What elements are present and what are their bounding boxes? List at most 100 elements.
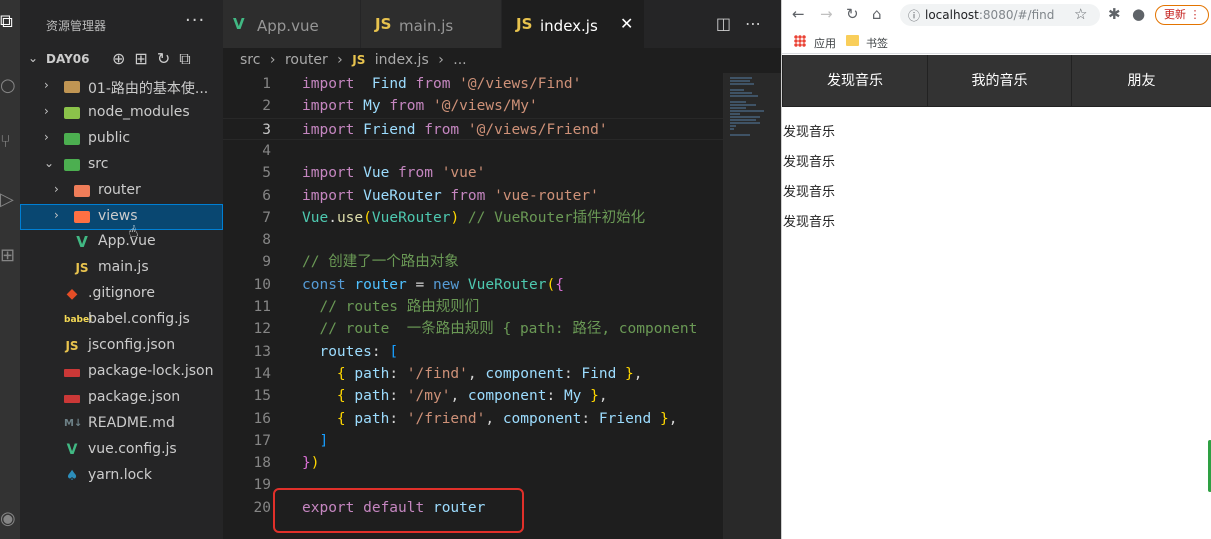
tab-index-js[interactable]: JS index.js ✕ bbox=[502, 0, 644, 48]
run-icon[interactable]: ▷ bbox=[0, 186, 20, 214]
minimap-slider[interactable] bbox=[724, 73, 782, 539]
search-icon[interactable]: ○ bbox=[0, 72, 20, 100]
tree-item[interactable]: ♠ yarn.lock bbox=[20, 463, 223, 489]
split-editor-icon[interactable]: ◫⋯ bbox=[716, 14, 775, 33]
code-token: new bbox=[432, 276, 460, 293]
explorer-actions-icons[interactable]: ⊕⊞↻⧉ bbox=[112, 49, 200, 69]
tree-item[interactable]: ◆ .gitignore bbox=[20, 281, 223, 307]
code-line[interactable]: 15 { path: '/my', component: My }, bbox=[223, 385, 723, 407]
tree-item[interactable]: Vvue.config.js bbox=[20, 437, 223, 463]
code-line[interactable]: 5 import Vue from 'vue' bbox=[223, 162, 723, 184]
tree-item[interactable]: › views bbox=[20, 203, 223, 230]
extensions-icon[interactable]: ✱ bbox=[1108, 5, 1121, 23]
node-file-icon bbox=[64, 106, 80, 119]
more-actions-icon[interactable]: ··· bbox=[185, 10, 205, 31]
chevron-right-icon[interactable]: › bbox=[44, 78, 49, 92]
tree-item[interactable]: ⌄ src bbox=[20, 152, 223, 178]
browser-window: ← → ↻ ⌂ ⓘ localhost:8080/#/find ☆ ✱ ● 更新… bbox=[781, 0, 1211, 539]
bookmark-apps[interactable]: 应用 bbox=[814, 35, 836, 51]
tree-item-label: node_modules bbox=[88, 103, 190, 120]
code-line[interactable]: 18}) bbox=[223, 452, 723, 474]
tree-item[interactable]: › router bbox=[20, 178, 223, 204]
chevron-right-icon[interactable]: › bbox=[44, 104, 49, 118]
tree-item[interactable]: V App.vue bbox=[20, 229, 223, 255]
back-arrow-icon[interactable]: ← bbox=[792, 5, 805, 23]
code-line[interactable]: 9 // 创建了一个路由对象 bbox=[223, 251, 723, 273]
reload-icon[interactable]: ↻ bbox=[846, 5, 859, 23]
code-editor[interactable]: 1 import Find from '@/views/Find' 2 import … bbox=[223, 73, 723, 539]
breadcrumb-symbol[interactable]: ... bbox=[453, 52, 466, 68]
code-text: // routes 路由规则们 bbox=[302, 296, 479, 318]
code-line[interactable]: 13 routes: [ bbox=[223, 341, 723, 363]
tree-item[interactable]: › node_modules bbox=[20, 100, 223, 126]
source-control-icon[interactable]: ⑂ bbox=[0, 128, 20, 156]
code-token: path bbox=[345, 388, 390, 405]
address-bar[interactable]: ⓘ localhost:8080/#/find bbox=[900, 4, 1100, 26]
folder-icon[interactable] bbox=[846, 35, 859, 46]
code-token: // routes 路由规则们 bbox=[319, 299, 480, 315]
code-token: , bbox=[450, 388, 468, 405]
account-icon[interactable]: ◉ bbox=[0, 505, 20, 533]
line-number: 3 bbox=[262, 121, 271, 138]
code-line[interactable]: 16 { path: '/friend', component: Friend … bbox=[223, 408, 723, 430]
line-number: 1 bbox=[262, 76, 271, 92]
code-line[interactable]: 3 import Friend from '@/views/Friend' bbox=[223, 117, 723, 141]
page-text-line: 发现音乐 bbox=[783, 155, 836, 170]
chevron-down-icon[interactable]: ⌄ bbox=[44, 156, 54, 170]
tree-item[interactable]: M↓ README.md bbox=[20, 411, 223, 437]
code-text: import Friend from '@/views/Friend' bbox=[302, 119, 608, 141]
forward-arrow-icon[interactable]: → bbox=[820, 5, 833, 23]
code-token: router bbox=[345, 276, 407, 293]
site-info-icon[interactable]: ⓘ bbox=[908, 7, 920, 24]
breadcrumb-src[interactable]: src bbox=[240, 52, 260, 68]
chevron-right-icon[interactable]: › bbox=[44, 130, 49, 144]
code-line[interactable]: 7 Vue.use(VueRouter) // VueRouter插件初始化 bbox=[223, 207, 723, 229]
minimap-line bbox=[730, 77, 752, 79]
line-number: 12 bbox=[253, 321, 271, 338]
update-button[interactable]: 更新 ⋮ bbox=[1155, 5, 1209, 25]
bookmark-folder[interactable]: 书签 bbox=[866, 35, 888, 51]
code-line[interactable]: 1 import Find from '@/views/Find' bbox=[223, 73, 723, 95]
tab-app-vue[interactable]: V App.vue bbox=[223, 0, 360, 48]
code-token: '@/views/Friend' bbox=[459, 121, 608, 138]
chevron-right-icon[interactable]: › bbox=[54, 208, 59, 222]
code-token: , bbox=[467, 365, 486, 382]
nav-link-my-music[interactable]: 我的音乐 bbox=[927, 55, 1072, 107]
code-line[interactable]: 12 // route 一条路由规则 { path: 路径, component bbox=[223, 318, 723, 340]
tab-main-js[interactable]: JS main.js bbox=[361, 0, 501, 48]
extensions-icon[interactable]: ⊞ bbox=[0, 242, 20, 270]
apps-grid-icon[interactable] bbox=[794, 35, 806, 47]
breadcrumb-router[interactable]: router bbox=[285, 52, 328, 68]
close-icon[interactable]: ✕ bbox=[620, 14, 633, 33]
minimap[interactable] bbox=[723, 73, 782, 539]
nav-link-find-music[interactable]: 发现音乐 bbox=[782, 55, 928, 107]
line-number: 17 bbox=[253, 432, 271, 449]
tree-item[interactable]: JS main.js bbox=[20, 255, 223, 281]
code-line[interactable]: 2 import My from '@/views/My' bbox=[223, 95, 723, 117]
tree-item[interactable]: JS jsconfig.json bbox=[20, 333, 223, 359]
home-icon[interactable]: ⌂ bbox=[872, 5, 882, 23]
tree-item[interactable]: › 01-路由的基本使... bbox=[20, 74, 223, 100]
workspace-root[interactable]: ⌄ DAY06 ⊕⊞↻⧉ bbox=[20, 48, 223, 72]
code-line[interactable]: 4 bbox=[223, 140, 723, 162]
nav-link-friends[interactable]: 朋友 bbox=[1071, 55, 1211, 107]
minimap-line bbox=[730, 110, 764, 112]
code-line[interactable]: 10 const router = new VueRouter({ bbox=[223, 274, 723, 296]
code-token: VueRouter bbox=[354, 187, 442, 204]
breadcrumb-file[interactable]: index.js bbox=[375, 52, 429, 68]
code-line[interactable]: 6 import VueRouter from 'vue-router' bbox=[223, 185, 723, 207]
explorer-icon[interactable]: ⧉ bbox=[0, 8, 20, 36]
chevron-right-icon[interactable]: › bbox=[54, 182, 59, 196]
tree-item[interactable]: babel babel.config.js bbox=[20, 307, 223, 333]
code-line[interactable]: 11 // routes 路由规则们 bbox=[223, 296, 723, 318]
code-line[interactable]: 14 { path: '/find', component: Find }, bbox=[223, 363, 723, 385]
code-line[interactable]: 17 ] bbox=[223, 430, 723, 452]
code-line[interactable]: 8 bbox=[223, 229, 723, 251]
tree-item[interactable]: › public bbox=[20, 126, 223, 152]
minimap-line bbox=[730, 134, 750, 136]
tree-item[interactable]: package.json bbox=[20, 385, 223, 411]
bookmark-star-icon[interactable]: ☆ bbox=[1074, 5, 1087, 23]
account-icon[interactable]: ● bbox=[1132, 5, 1145, 23]
tree-item[interactable]: package-lock.json bbox=[20, 359, 223, 385]
